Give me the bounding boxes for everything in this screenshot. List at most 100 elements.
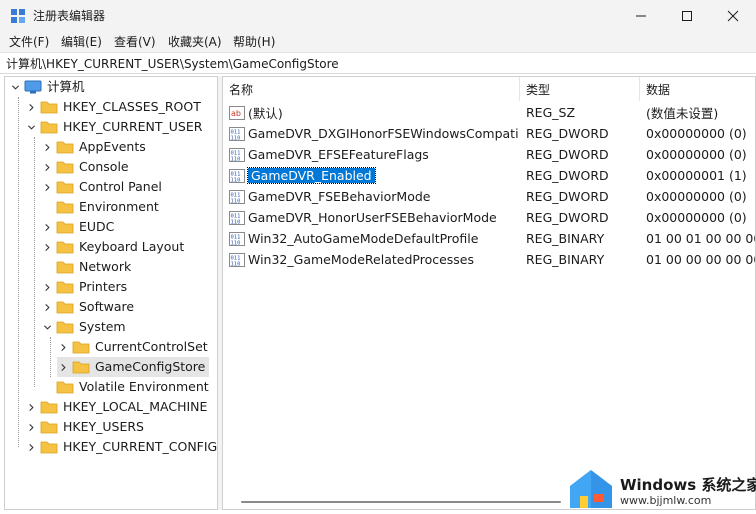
tree-label: Console: [79, 159, 129, 174]
chevron-right-icon[interactable]: [57, 357, 69, 377]
tree-label: AppEvents: [79, 139, 146, 154]
chevron-right-icon[interactable]: [25, 417, 37, 437]
value-data: 01 00 01 00 00 00 00: [646, 231, 755, 246]
value-type: REG_DWORD: [526, 126, 609, 141]
chevron-down-icon[interactable]: [25, 117, 37, 137]
chevron-right-icon[interactable]: [41, 157, 53, 177]
string-value-icon: ab: [229, 105, 245, 120]
value-row[interactable]: 011 110 Win32_GameModeRelatedProcesses RE…: [223, 249, 755, 270]
value-type: REG_DWORD: [526, 189, 609, 204]
watermark: Windows 系统之家 www.bjjmlw.com: [566, 464, 756, 512]
close-button[interactable]: [710, 0, 756, 32]
tree-item-hkey-current-user[interactable]: HKEY_CURRENT_USER: [25, 117, 206, 137]
tree-item-appevents[interactable]: AppEvents: [41, 137, 150, 157]
svg-text:ab: ab: [231, 109, 241, 118]
value-row[interactable]: ab (默认) REG_SZ (数值未设置): [223, 102, 755, 123]
menu-help[interactable]: 帮助(H): [233, 34, 275, 50]
tree-item-hkey-local-machine[interactable]: HKEY_LOCAL_MACHINE: [25, 397, 211, 417]
tree-item-currentcontrolset[interactable]: CurrentControlSet: [57, 337, 212, 357]
chevron-down-icon[interactable]: [41, 317, 53, 337]
tree-item-hkey-classes-root[interactable]: HKEY_CLASSES_ROOT: [25, 97, 205, 117]
value-row[interactable]: 011 110 GameDVR_EFSEFeatureFlags REG_DWOR…: [223, 144, 755, 165]
tree-label: HKEY_CLASSES_ROOT: [63, 99, 201, 114]
tree-label: Printers: [79, 279, 128, 294]
tree-item-console[interactable]: Console: [41, 157, 133, 177]
folder-icon: [40, 101, 58, 114]
value-name: GameDVR_DXGIHonorFSEWindowsCompatible: [248, 126, 519, 141]
chevron-right-icon[interactable]: [41, 217, 53, 237]
tree-item-network[interactable]: Network: [41, 257, 135, 277]
tree-item-system[interactable]: System: [41, 317, 130, 337]
chevron-right-icon[interactable]: [25, 397, 37, 417]
tree-label: GameConfigStore: [95, 359, 206, 374]
binary-value-icon: 011110: [229, 231, 245, 246]
tree-item-software[interactable]: Software: [41, 297, 138, 317]
column-header-data[interactable]: 数据: [640, 77, 755, 101]
chevron-right-icon[interactable]: [41, 137, 53, 157]
tree-item-hkey-current-config[interactable]: HKEY_CURRENT_CONFIG: [25, 437, 217, 457]
maximize-button[interactable]: [664, 0, 710, 32]
menu-file[interactable]: 文件(F): [9, 34, 49, 50]
folder-open-icon: [56, 321, 74, 334]
tree-item-computer[interactable]: 计算机: [9, 77, 89, 97]
watermark-url: www.bjjmlw.com: [620, 494, 712, 507]
tree-guide-line: [50, 337, 51, 377]
tree-label: Network: [79, 259, 132, 274]
value-row[interactable]: 011 110 GameDVR_DXGIHonorFSEWindowsCompat…: [223, 123, 755, 144]
minimize-button[interactable]: [618, 0, 664, 32]
tree-label: Volatile Environment: [79, 379, 209, 394]
menu-view[interactable]: 查看(V): [114, 34, 156, 50]
value-data: 0x00000000 (0): [646, 147, 747, 162]
folder-icon: [56, 241, 74, 254]
chevron-right-icon[interactable]: [41, 237, 53, 257]
svg-text:110: 110: [231, 135, 241, 141]
tree-item-eudc[interactable]: EUDC: [41, 217, 118, 237]
scrollbar-thumb[interactable]: [241, 501, 561, 503]
tree-item-printers[interactable]: Printers: [41, 277, 131, 297]
chevron-right-icon[interactable]: [41, 177, 53, 197]
tree-item-gameconfigstore[interactable]: GameConfigStore: [57, 357, 210, 377]
tree-item-environment[interactable]: Environment: [41, 197, 163, 217]
value-data: 0x00000000 (0): [646, 126, 747, 141]
address-bar[interactable]: 计算机\HKEY_CURRENT_USER\System\GameConfigS…: [0, 52, 756, 74]
tree-item-hkey-users[interactable]: HKEY_USERS: [25, 417, 148, 437]
tree-item-control-panel[interactable]: Control Panel: [41, 177, 166, 197]
folder-icon: [40, 421, 58, 434]
value-row[interactable]: 011 110 Win32_AutoGameModeDefaultProfile …: [223, 228, 755, 249]
maximize-icon: [682, 11, 692, 21]
value-data: 0x00000001 (1): [646, 168, 747, 183]
chevron-right-icon[interactable]: [25, 437, 37, 457]
minimize-icon: [636, 15, 646, 17]
tree-item-keyboard-layout[interactable]: Keyboard Layout: [41, 237, 188, 257]
value-row-selected[interactable]: 011 110 GameDVR_Enabled REG_DWORD 0x00000…: [223, 165, 755, 186]
binary-value-icon: 011110: [229, 189, 245, 204]
menu-edit[interactable]: 编辑(E): [61, 34, 102, 50]
column-header-name[interactable]: 名称: [223, 77, 520, 101]
chevron-down-icon[interactable]: [9, 77, 21, 97]
menu-favorites[interactable]: 收藏夹(A): [168, 34, 222, 50]
value-type: REG_SZ: [526, 105, 576, 120]
key-tree[interactable]: 计算机 HKEY_CLASSES_ROOT HKEY_CURRENT_USER …: [4, 76, 218, 510]
value-type: REG_DWORD: [526, 210, 609, 225]
binary-value-icon: 011110: [229, 126, 245, 141]
column-header-type[interactable]: 类型: [520, 77, 640, 101]
watermark-title: Windows 系统之家: [620, 476, 756, 494]
folder-icon: [56, 221, 74, 234]
value-name: Win32_GameModeRelatedProcesses: [248, 252, 475, 267]
menu-bar: 文件(F) 编辑(E) 查看(V) 收藏夹(A) 帮助(H): [0, 32, 756, 52]
chevron-right-icon[interactable]: [41, 277, 53, 297]
tree-guide-line: [18, 97, 19, 447]
value-row[interactable]: 011 110 GameDVR_HonorUserFSEBehaviorMode …: [223, 207, 755, 228]
chevron-right-icon[interactable]: [57, 337, 69, 357]
tree-item-volatile-environment[interactable]: Volatile Environment: [41, 377, 213, 397]
value-type: REG_DWORD: [526, 168, 609, 183]
folder-icon: [56, 301, 74, 314]
folder-icon: [40, 401, 58, 414]
folder-icon: [72, 361, 90, 374]
value-row[interactable]: 011 110 GameDVR_FSEBehaviorMode REG_DWORD…: [223, 186, 755, 207]
folder-icon: [56, 161, 74, 174]
svg-text:110: 110: [231, 261, 241, 267]
chevron-right-icon[interactable]: [25, 97, 37, 117]
chevron-right-icon[interactable]: [41, 297, 53, 317]
values-list[interactable]: 名称 类型 数据 ab (默认) REG_SZ (数值未设置) 011 110 G…: [222, 76, 756, 510]
